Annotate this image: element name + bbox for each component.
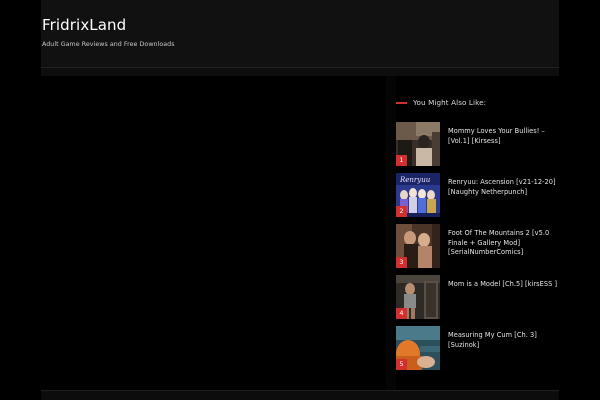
related-post-item[interactable]: 5 Measuring My Cum [Ch. 3] [Suzinok] [396,326,559,370]
widget-heading: You Might Also Like: [396,98,559,110]
related-post-item[interactable]: 1 Mommy Loves Your Bullies! – [Vol.1] [K… [396,122,559,166]
rank-badge: 1 [396,155,407,166]
post-title-link[interactable]: Mom is a Model [Ch.5] [kirsESS ] [448,280,558,290]
heading-accent-bar [396,102,407,104]
site-tagline: Adult Game Reviews and Free Downloads [42,41,175,48]
post-thumbnail[interactable]: 5 [396,326,440,370]
widget-title: You Might Also Like: [413,98,487,107]
site-header: FridrixLand Adult Game Reviews and Free … [41,0,559,67]
post-title-link[interactable]: Mommy Loves Your Bullies! – [Vol.1] [Kir… [448,127,558,146]
post-thumbnail[interactable]: 4 [396,275,440,319]
rank-badge: 4 [396,308,407,319]
svg-text:Renryuu: Renryuu [399,176,431,184]
related-post-item[interactable]: 3 Foot Of The Mountains 2 [v5.0 Finale +… [396,224,559,268]
related-post-item[interactable]: 4 Mom is a Model [Ch.5] [kirsESS ] [396,275,559,319]
footer-strip [41,390,559,400]
rank-badge: 2 [396,206,407,217]
site-container: FridrixLand Adult Game Reviews and Free … [41,0,559,400]
page: FridrixLand Adult Game Reviews and Free … [0,0,600,400]
post-thumbnail[interactable]: 3 [396,224,440,268]
rank-badge: 5 [396,359,407,370]
post-thumbnail[interactable]: 1 [396,122,440,166]
post-title-link[interactable]: Foot Of The Mountains 2 [v5.0 Finale + G… [448,229,558,258]
main-content [41,76,386,390]
post-title-link[interactable]: Measuring My Cum [Ch. 3] [Suzinok] [448,331,558,350]
post-title-link[interactable]: Renryuu: Ascension [v21-12-20] [Naughty … [448,178,558,197]
related-post-item[interactable]: Renryuu 2 Renryuu: Ascension [v21-12-20]… [396,173,559,217]
nav-bar [41,67,559,76]
rank-badge: 3 [396,257,407,268]
sidebar: You Might Also Like: 1 Mommy Loves Your … [396,76,559,390]
site-title[interactable]: FridrixLand [42,16,126,34]
post-thumbnail[interactable]: Renryuu 2 [396,173,440,217]
